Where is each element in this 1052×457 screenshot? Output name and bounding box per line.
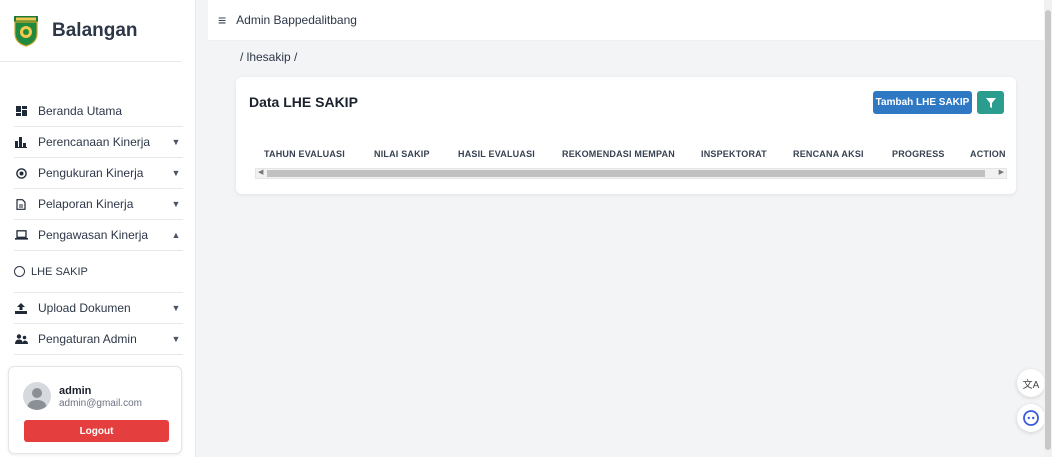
chevron-down-icon: ▼ <box>171 168 181 178</box>
logout-button[interactable]: Logout <box>24 420 169 442</box>
dashboard-icon <box>14 106 28 116</box>
upload-icon <box>14 302 28 314</box>
add-lhe-sakip-button[interactable]: Tambah LHE SAKIP <box>873 91 972 114</box>
sidebar-subitem-label: LHE SAKIP <box>31 265 88 278</box>
sidebar-item-label: Pengaturan Admin <box>38 332 137 346</box>
lhe-sakip-card: Data LHE SAKIP Tambah LHE SAKIP TAHUN EV… <box>236 77 1016 194</box>
hamburger-menu-icon[interactable]: ≡ <box>218 12 226 28</box>
sidebar-item-label: Pengukuran Kinerja <box>38 166 144 180</box>
brand-name: Balangan <box>52 19 138 41</box>
scroll-left-arrow-icon[interactable]: ◀ <box>258 168 263 176</box>
sidebar-nav: Beranda Utama Perencanaan Kinerja ▼ Peng… <box>0 96 195 355</box>
chevron-down-icon: ▼ <box>171 303 181 313</box>
chevron-down-icon: ▼ <box>171 334 181 344</box>
sidebar-item-label: Pengawasan Kinerja <box>38 228 149 242</box>
user-avatar-icon <box>27 388 47 410</box>
sidebar-item-label: Pelaporan Kinerja <box>38 197 134 211</box>
topbar-title: Admin Bappedalitbang <box>236 13 357 27</box>
sidebar-item-label: Beranda Utama <box>38 104 123 118</box>
column-header-nilai-sakip[interactable]: NILAI SAKIP <box>374 149 430 159</box>
column-header-rekomendasi-mempan[interactable]: REKOMENDASI MEMPAN <box>562 149 675 159</box>
card-title: Data LHE SAKIP <box>249 94 358 110</box>
translate-icon: 文A <box>1022 379 1040 391</box>
scrollbar-thumb[interactable] <box>267 170 985 177</box>
brand[interactable]: Balangan <box>0 0 181 62</box>
vertical-scrollbar-thumb[interactable] <box>1045 10 1051 450</box>
sidebar-item-pengawasan-kinerja[interactable]: Pengawasan Kinerja ▲ <box>14 220 183 251</box>
avatar <box>23 382 51 410</box>
assistant-face-icon <box>1023 410 1039 426</box>
chevron-down-icon: ▼ <box>171 199 181 209</box>
column-header-progress[interactable]: PROGRESS <box>892 149 945 159</box>
users-icon <box>14 334 28 344</box>
sidebar-item-beranda-utama[interactable]: Beranda Utama <box>14 96 183 127</box>
chevron-up-icon: ▲ <box>171 230 181 240</box>
sidebar-item-pelaporan-kinerja[interactable]: Pelaporan Kinerja ▼ <box>14 189 183 220</box>
translate-button[interactable]: 文A <box>1017 369 1045 397</box>
column-header-rencana-aksi[interactable]: RENCANA AKSI <box>793 149 864 159</box>
sidebar-item-label: Perencanaan Kinerja <box>38 135 151 149</box>
column-header-hasil-evaluasi[interactable]: HASIL EVALUASI <box>458 149 535 159</box>
user-card: admin admin@gmail.com Logout <box>8 366 182 454</box>
balangan-logo-icon <box>12 14 40 48</box>
column-header-action[interactable]: ACTION <box>970 149 1006 159</box>
sidebar: Balangan Beranda Utama Perencanaan Kiner… <box>0 0 196 457</box>
horizontal-scrollbar[interactable]: ◀ ▶ <box>255 168 1007 179</box>
scroll-right-arrow-icon[interactable]: ▶ <box>999 168 1004 176</box>
target-icon <box>14 167 28 179</box>
table-header: TAHUN EVALUASI NILAI SAKIP HASIL EVALUAS… <box>236 149 1016 163</box>
column-header-inspektorat[interactable]: INSPEKTORAT <box>701 149 767 159</box>
sidebar-item-label: Upload Dokumen <box>38 301 131 315</box>
chevron-down-icon: ▼ <box>171 137 181 147</box>
sidebar-item-upload-dokumen[interactable]: Upload Dokumen ▼ <box>14 293 183 324</box>
sidebar-subitem-lhe-sakip[interactable]: LHE SAKIP <box>14 251 183 293</box>
filter-icon <box>985 97 996 108</box>
laptop-icon <box>14 230 28 240</box>
document-icon <box>14 198 28 210</box>
filter-button[interactable] <box>977 91 1004 114</box>
chart-icon <box>14 136 28 148</box>
app-root: Balangan Beranda Utama Perencanaan Kiner… <box>0 0 1052 457</box>
user-email: admin@gmail.com <box>59 398 142 409</box>
user-name: admin <box>59 385 92 397</box>
sidebar-item-pengaturan-admin[interactable]: Pengaturan Admin ▼ <box>14 324 183 355</box>
column-header-tahun-evaluasi[interactable]: TAHUN EVALUASI <box>264 149 345 159</box>
breadcrumb: / lhesakip / <box>240 50 298 64</box>
circle-icon <box>14 266 25 277</box>
vertical-scrollbar[interactable] <box>1044 0 1052 457</box>
sidebar-item-perencanaan-kinerja[interactable]: Perencanaan Kinerja ▼ <box>14 127 183 158</box>
sidebar-item-pengukuran-kinerja[interactable]: Pengukuran Kinerja ▼ <box>14 158 183 189</box>
top-bar: ≡ Admin Bappedalitbang <box>208 0 1044 41</box>
assistant-button[interactable] <box>1017 404 1045 432</box>
